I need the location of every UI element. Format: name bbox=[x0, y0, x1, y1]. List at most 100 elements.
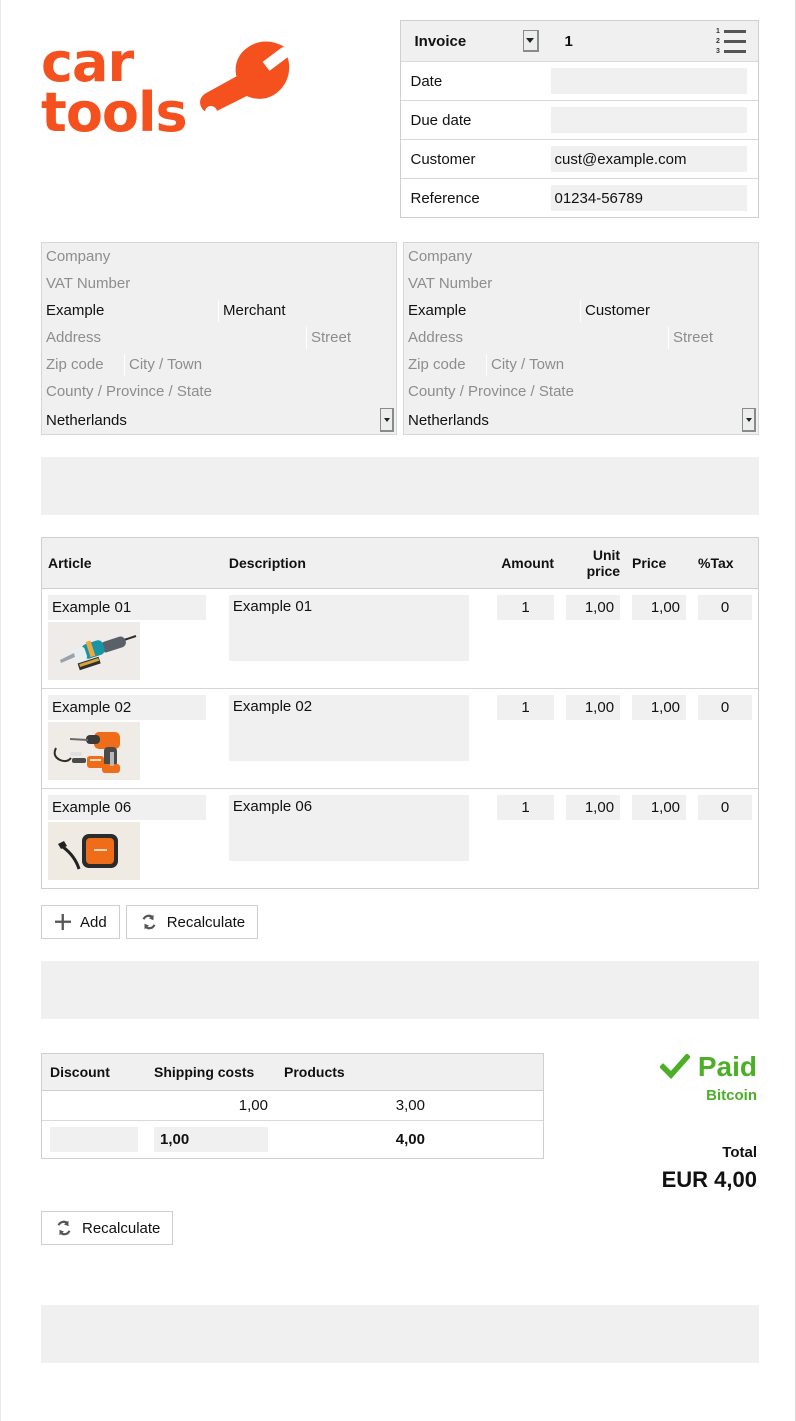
article-name-input[interactable]: Example 01 bbox=[48, 595, 206, 620]
add-button[interactable]: Add bbox=[41, 905, 120, 939]
customer-zip-input[interactable]: Zip code bbox=[404, 354, 486, 376]
merchant-city-input[interactable]: City / Town bbox=[124, 353, 396, 376]
recalculate-items-label: Recalculate bbox=[166, 913, 246, 931]
amount-input[interactable]: 1 bbox=[497, 795, 555, 820]
recalculate-totals-button[interactable]: Recalculate bbox=[41, 1211, 174, 1245]
table-row: Date bbox=[400, 61, 758, 101]
invoice-page: car tools Invoice 1 1 2 3 Date Due date … bbox=[1, 0, 796, 1363]
merchant-address-panel: Company VAT Number Example Merchant Addr… bbox=[41, 242, 397, 435]
customer-vat-input[interactable]: VAT Number bbox=[404, 270, 758, 297]
merchant-company-input[interactable]: Company bbox=[42, 243, 396, 270]
col-price: Price bbox=[626, 538, 693, 589]
customer-country-value: Netherlands bbox=[408, 411, 489, 429]
wrench-icon bbox=[193, 33, 293, 138]
due-date-input[interactable] bbox=[550, 107, 747, 133]
col-discount: Discount bbox=[42, 1054, 146, 1091]
merchant-zip-input[interactable]: Zip code bbox=[42, 354, 124, 376]
tax-input[interactable]: 0 bbox=[698, 795, 752, 820]
customer-label: Customer bbox=[400, 139, 551, 179]
col-products: Products bbox=[276, 1054, 543, 1091]
merchant-lastname-input[interactable]: Merchant bbox=[218, 299, 396, 322]
article-name-input[interactable]: Example 06 bbox=[48, 795, 206, 820]
description-textarea[interactable]: Example 06 bbox=[228, 795, 469, 861]
shipping-input[interactable]: 1,00 bbox=[154, 1127, 268, 1152]
merchant-vat-input[interactable]: VAT Number bbox=[42, 270, 396, 297]
customer-address-panel: Company VAT Number Example Customer Addr… bbox=[403, 242, 759, 435]
header-area: car tools Invoice 1 1 2 3 Date Due date … bbox=[1, 0, 796, 218]
col-unit-price: Unit price bbox=[560, 538, 627, 589]
add-button-label: Add bbox=[80, 913, 107, 931]
date-label: Date bbox=[400, 61, 551, 101]
description-textarea[interactable]: Example 02 bbox=[228, 695, 469, 761]
recalculate-totals-label: Recalculate bbox=[82, 1219, 161, 1237]
customer-street-input[interactable]: Street bbox=[668, 326, 758, 349]
tax-input[interactable]: 0 bbox=[698, 595, 752, 620]
chevron-down-icon[interactable] bbox=[742, 408, 756, 432]
customer-firstname-input[interactable]: Example bbox=[404, 300, 580, 322]
price-input[interactable]: 1,00 bbox=[632, 795, 687, 820]
table-row: 1,00 4,00 bbox=[42, 1121, 543, 1159]
date-input[interactable] bbox=[550, 68, 747, 94]
refresh-icon bbox=[139, 913, 159, 931]
unit-price-input[interactable]: 1,00 bbox=[566, 795, 621, 820]
discount-readonly bbox=[42, 1090, 146, 1121]
document-type-select[interactable]: Invoice bbox=[408, 27, 541, 55]
col-article: Article bbox=[42, 538, 223, 589]
merchant-address-input[interactable]: Address bbox=[42, 327, 306, 349]
col-amount: Amount bbox=[491, 538, 561, 589]
notes-bottom-textarea[interactable] bbox=[41, 1305, 759, 1363]
price-input[interactable]: 1,00 bbox=[632, 695, 687, 720]
merchant-firstname-input[interactable]: Example bbox=[42, 300, 218, 322]
payment-status-badge: Paid bbox=[697, 1051, 757, 1082]
article-name-input[interactable]: Example 02 bbox=[48, 695, 206, 720]
refresh-icon bbox=[54, 1219, 74, 1237]
article-thumbnail[interactable] bbox=[48, 622, 140, 680]
due-date-label: Due date bbox=[400, 100, 551, 140]
merchant-street-input[interactable]: Street bbox=[306, 326, 396, 349]
col-shipping: Shipping costs bbox=[146, 1054, 276, 1091]
amount-input[interactable]: 1 bbox=[497, 595, 555, 620]
customer-county-input[interactable]: County / Province / State bbox=[404, 378, 758, 405]
notes-top-textarea[interactable] bbox=[41, 457, 759, 515]
products-readonly: 3,00 bbox=[276, 1090, 543, 1121]
shipping-readonly: 1,00 bbox=[146, 1090, 276, 1121]
amount-input[interactable]: 1 bbox=[497, 695, 555, 720]
merchant-county-input[interactable]: County / Province / State bbox=[42, 378, 396, 405]
discount-input[interactable] bbox=[50, 1127, 138, 1152]
customer-address-input[interactable]: Address bbox=[404, 327, 668, 349]
numbered-list-icon[interactable]: 1 2 3 bbox=[716, 28, 746, 55]
chevron-down-icon[interactable] bbox=[380, 408, 394, 432]
invoice-number-input[interactable]: 1 bbox=[565, 33, 717, 50]
table-row: 1,00 3,00 bbox=[42, 1090, 543, 1121]
unit-price-input[interactable]: 1,00 bbox=[566, 695, 621, 720]
chevron-down-icon[interactable] bbox=[522, 30, 539, 52]
unit-price-input[interactable]: 1,00 bbox=[566, 595, 621, 620]
table-row: Example 01 Example 01 1 1,00 1,00 0 bbox=[42, 589, 758, 689]
payment-status-block: Paid Bitcoin Total EUR 4,00 bbox=[544, 1053, 759, 1193]
line-items-table: Article Description Amount Unit price Pr… bbox=[41, 537, 759, 889]
reference-input[interactable]: 01234-56789 bbox=[550, 185, 747, 211]
table-header-row: Discount Shipping costs Products bbox=[42, 1054, 543, 1091]
recalculate-items-button[interactable]: Recalculate bbox=[125, 905, 259, 939]
reference-label: Reference bbox=[410, 189, 480, 207]
article-thumbnail[interactable] bbox=[48, 722, 140, 780]
customer-company-input[interactable]: Company bbox=[404, 243, 758, 270]
customer-lastname-input[interactable]: Customer bbox=[580, 299, 758, 322]
products-total: 4,00 bbox=[395, 1131, 425, 1148]
total-amount: EUR 4,00 bbox=[661, 1167, 757, 1192]
logo-line-2: tools bbox=[41, 81, 188, 144]
customer-country-select[interactable]: Netherlands bbox=[404, 406, 758, 434]
article-thumbnail[interactable] bbox=[48, 822, 140, 880]
table-row: Customer cust@example.com bbox=[400, 139, 758, 179]
tax-input[interactable]: 0 bbox=[698, 695, 752, 720]
price-input[interactable]: 1,00 bbox=[632, 595, 687, 620]
customer-input[interactable]: cust@example.com bbox=[550, 146, 747, 172]
invoice-header-panel: Invoice 1 1 2 3 Date Due date Customer c… bbox=[399, 20, 759, 218]
col-tax: %Tax bbox=[692, 538, 758, 589]
table-row: Example 06 Example 06 1 1,00 1,00 0 bbox=[42, 789, 758, 889]
merchant-country-select[interactable]: Netherlands bbox=[42, 406, 396, 434]
description-textarea[interactable]: Example 01 bbox=[228, 595, 469, 661]
notes-mid-textarea[interactable] bbox=[41, 961, 759, 1019]
table-row: Example 02 Example 02 1 1,00 1,00 0 bbox=[42, 689, 758, 789]
customer-city-input[interactable]: City / Town bbox=[486, 353, 758, 376]
